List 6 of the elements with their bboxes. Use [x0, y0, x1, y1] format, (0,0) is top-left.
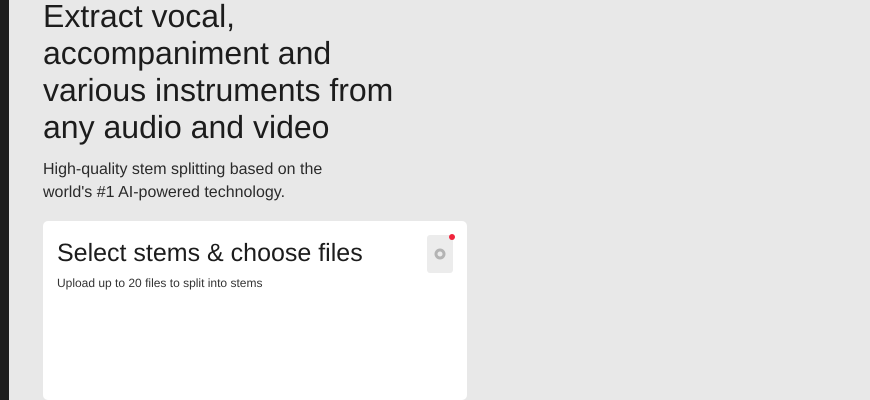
card-subtitle: Upload up to 20 files to split into stems — [57, 275, 264, 291]
headline: Extract vocal, accompaniment and various instruments from any audio and video — [43, 0, 394, 146]
card-title: Select stems & choose files — [57, 238, 363, 269]
subtitle: High-quality stem splitting based on the world's #1 AI-powered technology. — [43, 160, 324, 203]
settings-icon — [434, 248, 446, 260]
settings-button[interactable] — [427, 235, 453, 273]
